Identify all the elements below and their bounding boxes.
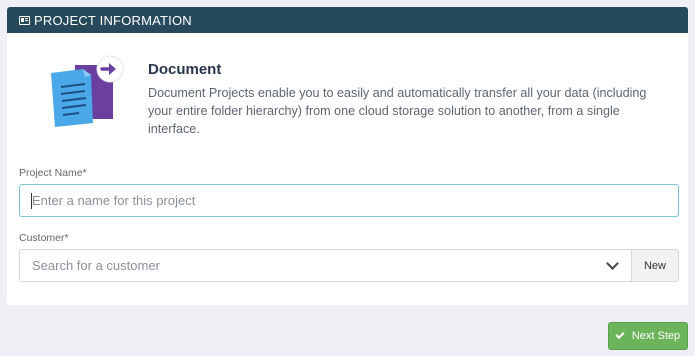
customer-search-placeholder: Search for a customer (32, 258, 160, 273)
project-name-label: Project Name* (19, 167, 87, 179)
document-transfer-icon (51, 55, 124, 127)
text-cursor (31, 193, 32, 209)
panel-header: PROJECT INFORMATION (7, 7, 688, 33)
project-type-description: Document Projects enable you to easily a… (148, 86, 647, 136)
panel-title: PROJECT INFORMATION (34, 12, 192, 28)
customer-label: Customer* (19, 232, 69, 244)
check-icon (615, 329, 625, 340)
next-step-button[interactable]: Next Step (608, 322, 688, 350)
next-step-label: Next Step (631, 330, 681, 342)
project-type-title: Document (148, 61, 222, 78)
id-card-icon (19, 15, 30, 25)
project-name-input[interactable] (19, 184, 679, 217)
customer-select[interactable]: Search for a customer (19, 249, 632, 282)
project-information-panel: PROJECT INFORMATION Document Document Pr… (7, 7, 688, 305)
new-customer-button[interactable]: New (632, 249, 679, 282)
chevron-down-icon[interactable] (606, 256, 619, 270)
